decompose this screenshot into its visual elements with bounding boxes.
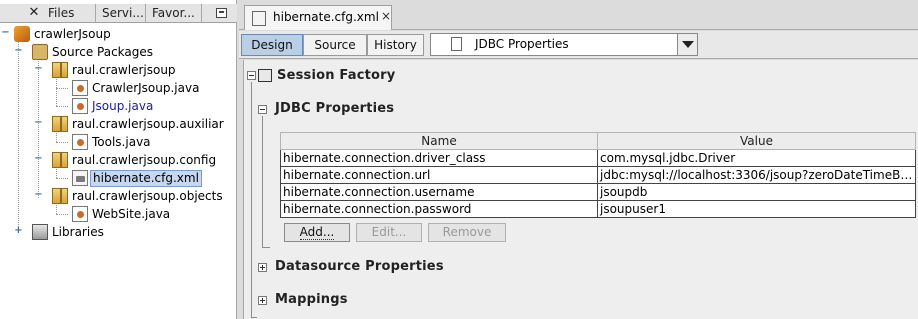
java-file-icon xyxy=(72,98,88,114)
xml-file-icon xyxy=(252,11,266,26)
tab-services[interactable]: Servi... xyxy=(96,4,146,23)
package-label: raul.crawlerjsoup xyxy=(72,63,176,77)
table-row[interactable]: hibernate.connection.url jdbc:mysql://lo… xyxy=(280,166,916,184)
package-label: raul.crawlerjsoup.auxiliar xyxy=(72,117,224,131)
java-file-icon xyxy=(72,206,88,222)
package-icon xyxy=(52,152,68,168)
collapse-icon[interactable]: − xyxy=(1,28,10,38)
package-icon xyxy=(52,188,68,204)
file-label: Tools.java xyxy=(92,135,151,149)
document-icon xyxy=(451,37,462,51)
editor-area: hibernate.cfg.xml × Design Source Histor… xyxy=(239,0,918,319)
source-folder-icon xyxy=(32,44,48,60)
section-datasource-properties[interactable]: Datasource Properties xyxy=(275,259,444,274)
library-icon xyxy=(32,224,48,240)
tab-source[interactable]: Source xyxy=(303,34,367,56)
collapse-icon[interactable]: − xyxy=(34,154,43,164)
table-row[interactable]: hibernate.connection.username jsoupdb xyxy=(280,183,916,201)
add-button[interactable]: Add... xyxy=(284,223,350,242)
package-icon xyxy=(52,116,68,132)
window-icon xyxy=(258,69,272,82)
section-session-factory[interactable]: Session Factory xyxy=(277,68,395,83)
property-name-cell[interactable]: hibernate.connection.password xyxy=(280,200,598,218)
project-label: crawlerJsoup xyxy=(34,27,111,41)
section-mappings[interactable]: Mappings xyxy=(275,292,348,307)
section-dropdown-value: JDBC Properties xyxy=(475,37,569,51)
property-value-cell[interactable]: jdbc:mysql://localhost:3306/jsoup?zeroDa… xyxy=(597,166,916,184)
tab-history[interactable]: History xyxy=(367,34,424,56)
java-file-icon xyxy=(72,80,88,96)
property-value-cell[interactable]: com.mysql.jdbc.Driver xyxy=(597,149,916,167)
collapse-icon[interactable] xyxy=(258,105,267,114)
section-jdbc-properties[interactable]: JDBC Properties xyxy=(275,101,394,116)
tab-design[interactable]: Design xyxy=(241,34,303,56)
project-icon xyxy=(14,26,30,42)
source-packages-label: Source Packages xyxy=(52,45,154,59)
file-label: Jsoup.java xyxy=(92,99,154,113)
editor-file-tab[interactable]: hibernate.cfg.xml × xyxy=(244,5,392,30)
expand-icon[interactable] xyxy=(258,263,267,272)
libraries-label: Libraries xyxy=(52,225,104,239)
property-value-cell[interactable]: jsoupdb xyxy=(597,183,916,201)
collapse-icon[interactable]: − xyxy=(34,118,43,128)
property-name-cell[interactable]: hibernate.connection.username xyxy=(280,183,598,201)
jdbc-properties-table: Name Value hibernate.connection.driver_c… xyxy=(280,132,916,218)
column-header-name[interactable]: Name xyxy=(280,132,598,150)
remove-button[interactable]: Remove xyxy=(428,223,506,242)
package-icon xyxy=(52,62,68,78)
xml-file-icon xyxy=(72,170,88,186)
property-value-cell[interactable]: jsoupuser1 xyxy=(597,200,916,218)
package-label: raul.crawlerjsoup.config xyxy=(72,153,217,167)
file-label: hibernate.cfg.xml xyxy=(90,170,202,187)
close-tab-icon[interactable]: × xyxy=(381,9,391,23)
package-label: raul.crawlerjsoup.objects xyxy=(72,189,223,203)
collapse-icon[interactable]: − xyxy=(34,190,43,200)
minimize-icon[interactable] xyxy=(216,8,227,18)
expand-icon[interactable]: + xyxy=(14,226,23,236)
table-row[interactable]: hibernate.connection.password jsoupuser1 xyxy=(280,200,916,218)
column-header-value[interactable]: Value xyxy=(597,132,916,150)
property-name-cell[interactable]: hibernate.connection.driver_class xyxy=(280,149,598,167)
section-dropdown[interactable]: JDBC Properties xyxy=(430,33,698,56)
panel-tab-bar: ✕ Files Servi... Favor... xyxy=(0,4,237,23)
java-file-icon xyxy=(72,134,88,150)
chevron-down-icon[interactable] xyxy=(677,34,697,55)
file-tab-label: hibernate.cfg.xml xyxy=(273,10,379,24)
editor-tab-bar: hibernate.cfg.xml × xyxy=(239,0,918,30)
projects-panel: ✕ Files Servi... Favor... − − − − − − + … xyxy=(0,0,237,319)
collapse-icon[interactable]: − xyxy=(34,64,43,74)
collapse-icon[interactable] xyxy=(247,71,256,80)
table-row[interactable]: hibernate.connection.driver_class com.my… xyxy=(280,149,916,167)
close-icon[interactable]: ✕ xyxy=(26,4,42,23)
design-view: Session Factory JDBC Properties Name Val… xyxy=(243,60,918,319)
tab-files[interactable]: Files xyxy=(42,4,96,23)
property-name-cell[interactable]: hibernate.connection.url xyxy=(280,166,598,184)
file-label: WebSite.java xyxy=(92,207,171,221)
tab-favorites[interactable]: Favor... xyxy=(146,4,202,23)
file-label: CrawlerJsoup.java xyxy=(92,81,200,95)
edit-button[interactable]: Edit... xyxy=(356,223,422,242)
collapse-icon[interactable]: − xyxy=(14,46,23,56)
editor-toolbar: Design Source History JDBC Properties xyxy=(239,31,918,59)
expand-icon[interactable] xyxy=(258,296,267,305)
